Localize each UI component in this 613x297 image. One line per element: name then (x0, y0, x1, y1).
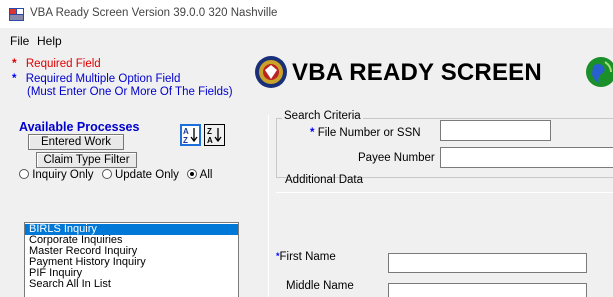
legend-required: * Required Field (12, 56, 101, 70)
multi-label-line1: Required Multiple Option Field (25, 73, 181, 85)
sort-az-icon: A Z (183, 127, 198, 145)
process-list[interactable]: BIRLS Inquiry Corporate Inquiries Master… (24, 222, 239, 297)
additional-data-label: Additional Data (285, 174, 363, 186)
menu-file[interactable]: File (10, 34, 29, 48)
svg-text:A: A (183, 127, 189, 136)
list-item[interactable]: Search All In List (25, 279, 238, 290)
first-name-label: First Name (279, 251, 336, 263)
svg-text:A: A (207, 136, 213, 145)
file-number-label-wrap: * File Number or SSN (310, 127, 421, 139)
menu-help[interactable]: Help (37, 34, 62, 48)
middle-name-input[interactable] (388, 283, 587, 297)
radio-all-label: All (199, 169, 213, 181)
va-seal-icon (255, 56, 287, 88)
legend-multi: * Required Multiple Option Field (12, 73, 180, 86)
first-name-label-wrap: *First Name (276, 251, 336, 263)
sort-ascending-button[interactable]: A Z (180, 124, 201, 146)
radio-update-only[interactable] (101, 169, 112, 179)
processes-title: Available Processes (19, 120, 140, 134)
process-filter-radios: Inquiry Only Update Only All (19, 169, 212, 183)
required-label: Required Field (25, 58, 101, 70)
radio-update-label: Update Only (114, 169, 179, 181)
globe-icon (586, 57, 613, 87)
vba-app-icon (9, 8, 24, 21)
file-number-input[interactable] (440, 120, 551, 141)
radio-inquiry-only[interactable] (19, 169, 29, 179)
claim-type-filter-button[interactable]: Claim Type Filter (36, 152, 137, 168)
banner: VBA READY SCREEN (250, 55, 613, 92)
search-criteria-label: Search Criteria (282, 110, 363, 122)
entered-work-button[interactable]: Entered Work (28, 134, 124, 150)
banner-title: VBA READY SCREEN (292, 59, 542, 86)
required-star: * (12, 56, 17, 70)
payee-number-input[interactable] (440, 147, 613, 168)
payee-number-label: Payee Number (358, 152, 435, 164)
multi-label-line2: (Must Enter One Or More Of The Fields) (27, 86, 233, 98)
middle-name-label: Middle Name (286, 280, 354, 292)
radio-all[interactable] (187, 169, 198, 179)
file-number-star: * (310, 127, 315, 139)
sort-za-icon: Z A (207, 127, 222, 145)
first-name-input[interactable] (388, 253, 587, 273)
file-number-label: File Number or SSN (317, 127, 421, 139)
svg-text:Z: Z (183, 136, 188, 144)
sort-descending-button[interactable]: Z A (204, 124, 225, 146)
multi-star: * (12, 73, 17, 85)
svg-text:Z: Z (207, 127, 212, 136)
window-title: VBA Ready Screen Version 39.0.0 320 Nash… (30, 7, 278, 19)
radio-inquiry-label: Inquiry Only (32, 169, 94, 181)
